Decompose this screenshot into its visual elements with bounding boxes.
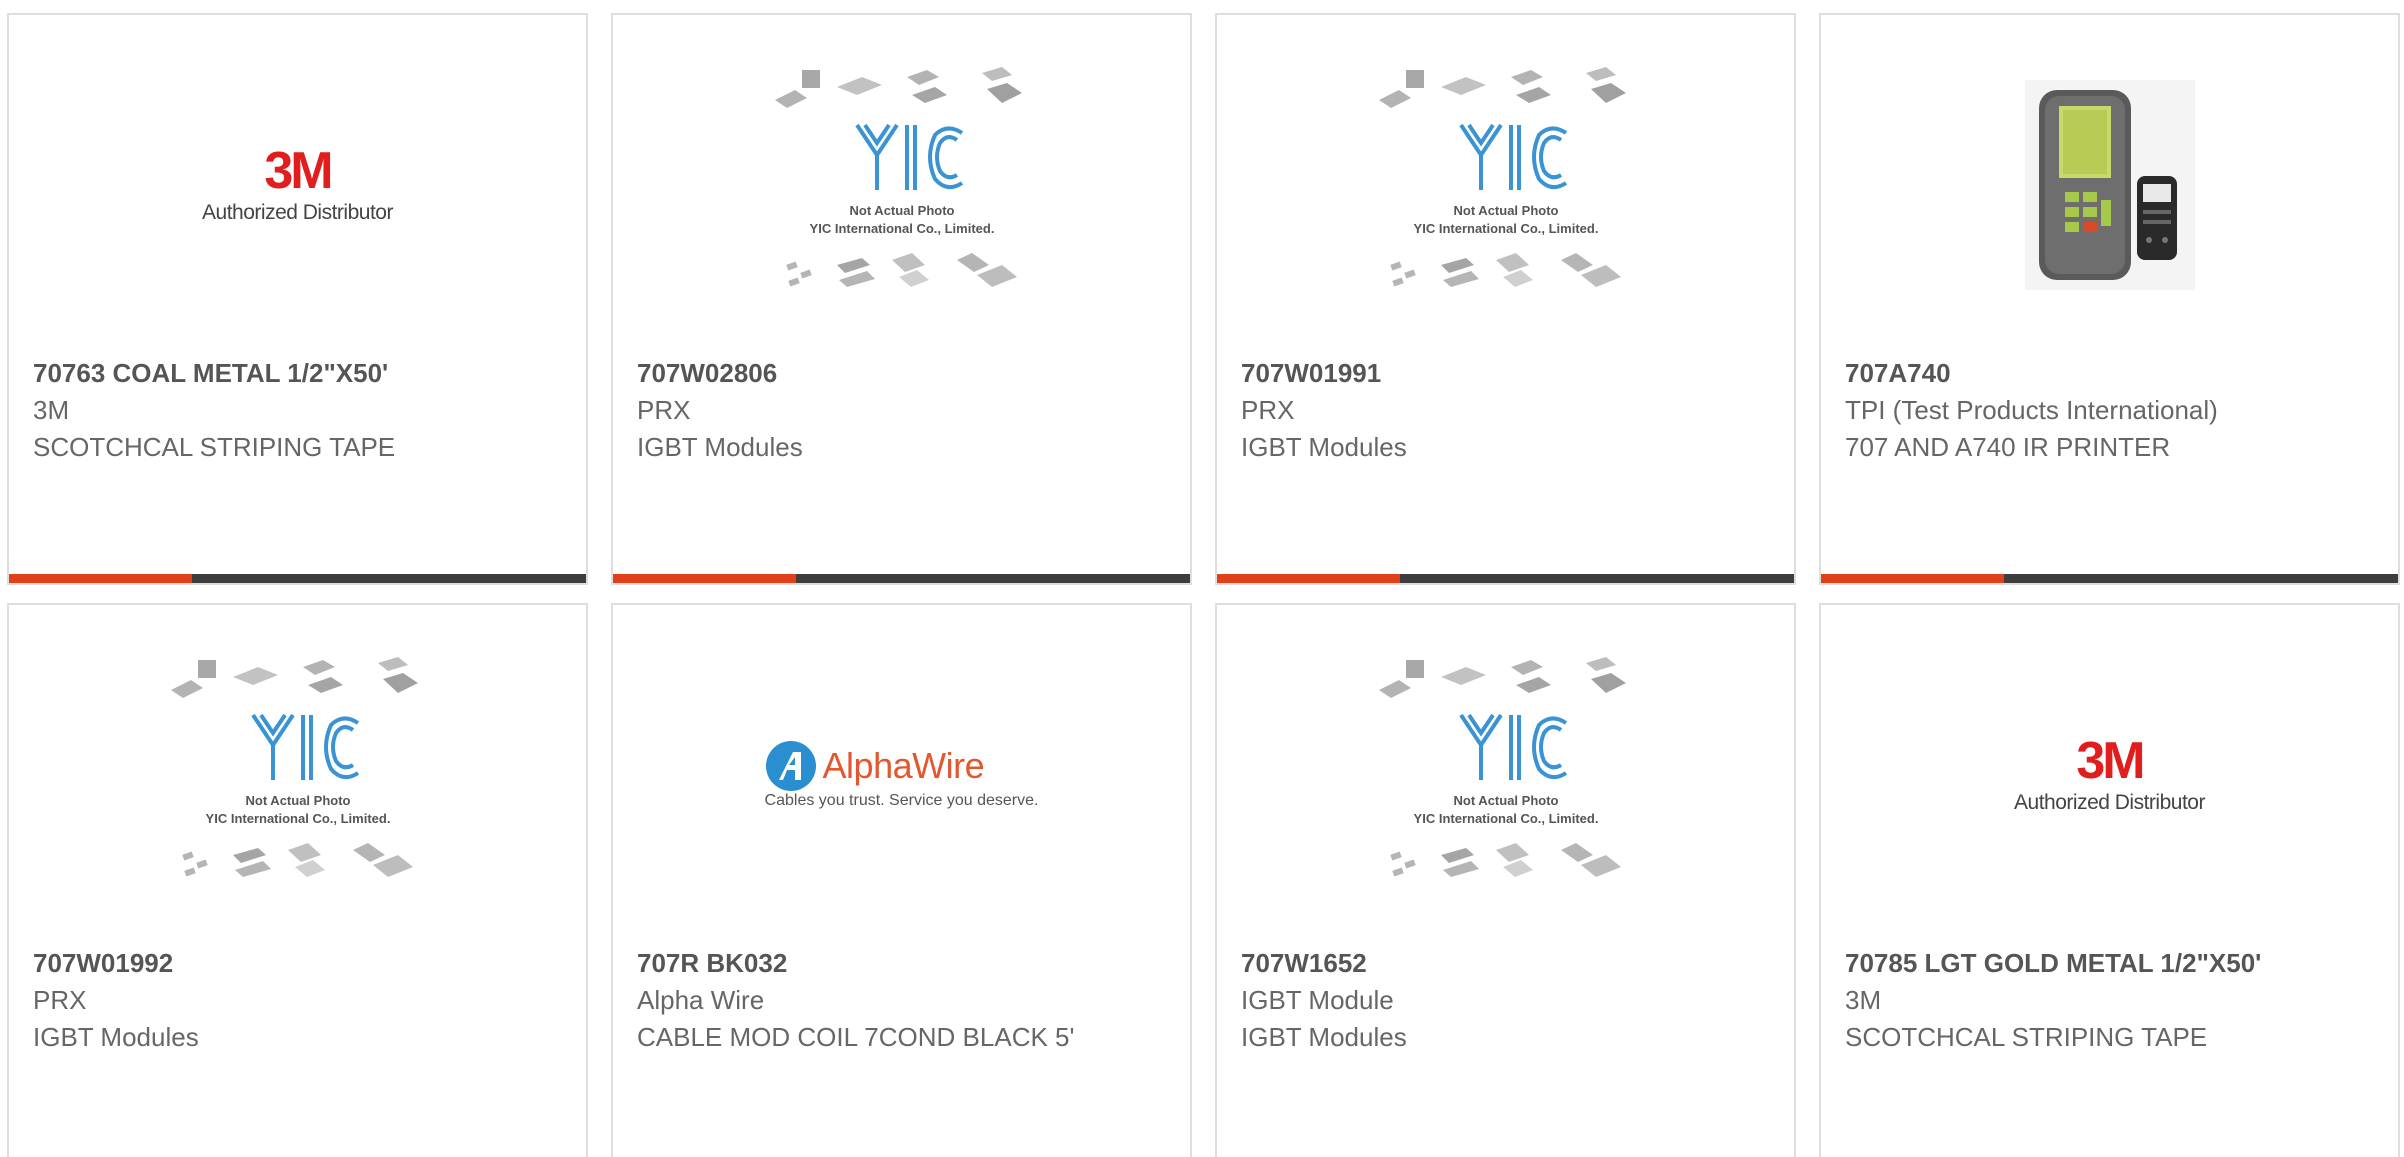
product-image[interactable]: Not Actual Photo YIC International Co., … — [9, 605, 586, 945]
description-label: 707 AND A740 IR PRINTER — [1845, 432, 2171, 462]
manufacturer-label: 3M — [1845, 985, 1882, 1015]
product-card[interactable]: Not Actual Photo YIC International Co., … — [1215, 13, 1796, 585]
product-grid: 3M Authorized Distributor 70763 COAL MET… — [0, 0, 2404, 1157]
part-number-link[interactable]: 707A740 — [1845, 355, 2378, 392]
yic-placeholder-image: Not Actual Photo YIC International Co., … — [170, 657, 418, 877]
svg-text:YIC International Co., Limited: YIC International Co., Limited. — [1413, 811, 1598, 826]
card-bottom-bar — [1821, 574, 2398, 583]
description-label: SCOTCHCAL STRIPING TAPE — [1845, 1022, 2208, 1052]
part-number-link[interactable]: 70763 COAL METAL 1/2"X50' — [33, 355, 566, 392]
description-label: CABLE MOD COIL 7COND BLACK 5' — [637, 1022, 1075, 1052]
product-card[interactable]: AlphaWire Cables you trust. Service you … — [611, 603, 1192, 1157]
description-label: IGBT Modules — [637, 432, 803, 462]
part-number-link[interactable]: 707W01991 — [1241, 355, 1774, 392]
part-number-link[interactable]: 707W1652 — [1241, 945, 1774, 982]
svg-text:YIC International Co., Limited: YIC International Co., Limited. — [1413, 221, 1598, 236]
description-label: IGBT Modules — [1241, 432, 1407, 462]
product-image[interactable]: 3M Authorized Distributor — [1821, 605, 2398, 945]
svg-text:YIC International Co., Limited: YIC International Co., Limited. — [205, 811, 390, 826]
alphawire-mark-icon — [765, 741, 816, 791]
part-number-link[interactable]: 707W01992 — [33, 945, 566, 982]
svg-text:Not Actual Photo: Not Actual Photo — [1453, 203, 1558, 218]
product-image[interactable]: Not Actual Photo YIC International Co., … — [1217, 605, 1794, 945]
svg-text:YIC International Co., Limited: YIC International Co., Limited. — [809, 221, 994, 236]
manufacturer-label: PRX — [1241, 395, 1295, 425]
manufacturer-label: 3M — [33, 395, 70, 425]
svg-text:Not Actual Photo: Not Actual Photo — [245, 793, 350, 808]
alphawire-logo: AlphaWire Cables you trust. Service you … — [765, 740, 1038, 810]
yic-placeholder-image: Not Actual Photo YIC International Co., … — [1378, 67, 1626, 287]
part-number-link[interactable]: 70785 LGT GOLD METAL 1/2"X50' — [1845, 945, 2378, 982]
description-label: SCOTCHCAL STRIPING TAPE — [33, 432, 396, 462]
product-image[interactable]: Not Actual Photo YIC International Co., … — [613, 15, 1190, 355]
part-number-link[interactable]: 707W02806 — [637, 355, 1170, 392]
card-bottom-bar — [613, 574, 1190, 583]
product-card[interactable]: Not Actual Photo YIC International Co., … — [1215, 603, 1796, 1157]
3m-logo: 3M Authorized Distributor — [202, 142, 393, 224]
product-card[interactable]: Not Actual Photo YIC International Co., … — [611, 13, 1192, 585]
part-number-link[interactable]: 707R BK032 — [637, 945, 1170, 982]
product-card[interactable]: 3M Authorized Distributor 70785 LGT GOLD… — [1819, 603, 2400, 1157]
product-image[interactable] — [1821, 15, 2398, 355]
manufacturer-label: IGBT Module — [1241, 985, 1394, 1015]
card-bottom-bar — [1217, 574, 1794, 583]
svg-text:Not Actual Photo: Not Actual Photo — [1453, 793, 1558, 808]
analyzer-photo — [2024, 80, 2195, 290]
product-card[interactable]: 707A740 TPI (Test Products International… — [1819, 13, 2400, 585]
manufacturer-label: PRX — [33, 985, 87, 1015]
yic-placeholder-image: Not Actual Photo YIC International Co., … — [774, 67, 1022, 287]
product-card[interactable]: Not Actual Photo YIC International Co., … — [7, 603, 588, 1157]
manufacturer-label: TPI (Test Products International) — [1845, 395, 2218, 425]
product-image[interactable]: AlphaWire Cables you trust. Service you … — [613, 605, 1190, 945]
svg-text:Not Actual Photo: Not Actual Photo — [849, 203, 954, 218]
yic-placeholder-image: Not Actual Photo YIC International Co., … — [1378, 657, 1626, 877]
product-image[interactable]: 3M Authorized Distributor — [9, 15, 586, 355]
manufacturer-label: PRX — [637, 395, 691, 425]
description-label: IGBT Modules — [1241, 1022, 1407, 1052]
product-card[interactable]: 3M Authorized Distributor 70763 COAL MET… — [7, 13, 588, 585]
product-image[interactable]: Not Actual Photo YIC International Co., … — [1217, 15, 1794, 355]
manufacturer-label: Alpha Wire — [637, 985, 765, 1015]
description-label: IGBT Modules — [33, 1022, 199, 1052]
card-bottom-bar — [9, 574, 586, 583]
3m-logo: 3M Authorized Distributor — [2014, 732, 2205, 814]
